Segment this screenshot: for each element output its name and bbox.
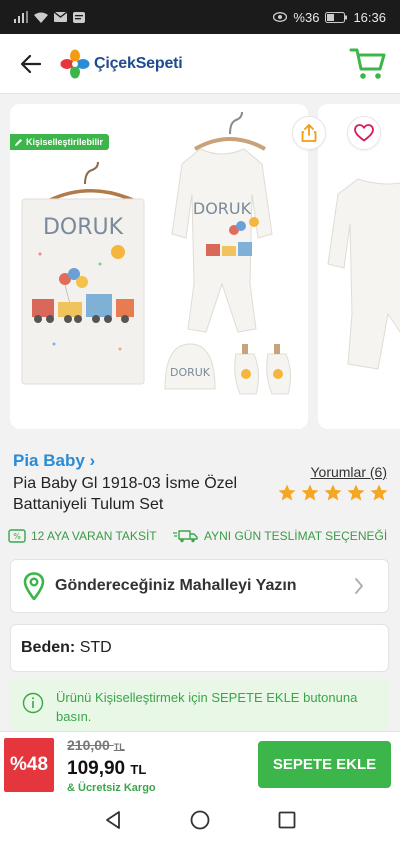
cart-button[interactable] <box>348 44 388 84</box>
share-icon <box>301 124 317 142</box>
product-info: Pia Baby › Pia Baby Gl 1918-03 İsme Özel… <box>0 439 400 551</box>
personalizable-label: Kişiselleştirilebilir <box>26 137 104 147</box>
star-icon <box>370 484 388 501</box>
free-shipping-label: & Ücretsiz Kargo <box>67 782 156 794</box>
eye-icon <box>273 12 288 22</box>
share-button[interactable] <box>292 116 326 150</box>
blanket-name: DORUK <box>43 215 124 240</box>
size-value: STD <box>79 639 112 656</box>
back-button[interactable] <box>8 34 54 94</box>
new-price: 109,90 TL <box>67 758 146 780</box>
star-icon <box>347 484 365 501</box>
status-right: %36 16:36 <box>273 10 386 25</box>
bodysuit-name: DORUK <box>193 199 252 218</box>
same-day-delivery-feature: AYNI GÜN TESLİMAT SEÇENEĞİ <box>173 529 387 543</box>
star-icon <box>278 484 296 501</box>
new-price-value: 109,90 <box>67 758 126 779</box>
wifi-icon <box>34 12 48 23</box>
pencil-icon <box>15 138 22 146</box>
hat-name: DORUK <box>170 366 211 379</box>
new-price-currency: TL <box>130 762 147 777</box>
info-icon <box>22 692 44 714</box>
heart-icon <box>354 124 374 142</box>
installment-feature: % 12 AYA VARAN TAKSİT <box>8 529 157 543</box>
old-price-value: 210,00 <box>67 737 110 753</box>
neighborhood-selector[interactable]: Göndereceğiniz Mahalleyi Yazın <box>10 559 389 613</box>
product-image-next[interactable] <box>318 104 400 429</box>
signal-icon <box>14 11 28 23</box>
system-nav-bar <box>0 796 400 844</box>
personalize-notice: Ürünü Kişiselleştirmek için SEPETE EKLE … <box>10 679 389 731</box>
clock: 16:36 <box>353 9 386 25</box>
size-field[interactable]: Beden: STD <box>10 624 389 672</box>
product-photo: DORUK DORUK DORUK <box>21 111 292 395</box>
app-header: ÇiçekSepeti <box>0 34 400 94</box>
purchase-bar: %48 210,00 TL 109,90 TL & Ücretsiz Kargo… <box>0 731 400 796</box>
product-image[interactable]: DORUK DORUK DORUK Kişiselleştirilebilir <box>10 104 308 429</box>
flower-logo-icon <box>60 49 90 78</box>
installment-label: 12 AYA VARAN TAKSİT <box>31 529 157 543</box>
product-gallery[interactable]: DORUK DORUK DORUK Kişiselleştirilebilir <box>0 94 400 439</box>
rating-stars[interactable] <box>278 484 388 501</box>
nav-back-icon[interactable] <box>104 810 122 830</box>
location-pin-icon <box>23 572 45 600</box>
delivery-truck-icon <box>173 530 198 543</box>
message-icon <box>73 11 85 23</box>
mail-icon <box>54 12 67 22</box>
nav-recents-icon[interactable] <box>278 811 296 829</box>
battery-percent: %36 <box>293 9 320 25</box>
nav-home-icon[interactable] <box>190 810 210 830</box>
old-price: 210,00 TL <box>67 737 125 753</box>
old-price-currency: TL <box>113 742 125 752</box>
status-left <box>14 11 85 23</box>
reviews-link[interactable]: Yorumlar (6) <box>310 464 387 480</box>
star-icon <box>324 484 342 501</box>
cart-icon <box>349 48 386 79</box>
discount-badge: %48 <box>4 738 54 792</box>
neighborhood-prompt: Göndereceğiniz Mahalleyi Yazın <box>55 577 297 594</box>
product-photo-next <box>327 178 400 370</box>
personalize-notice-text: Ürünü Kişiselleştirmek için SEPETE EKLE … <box>56 690 358 724</box>
installment-icon: % <box>8 529 26 543</box>
battery-icon <box>325 11 348 23</box>
brand-name: Pia Baby <box>13 451 85 470</box>
status-bar: %36 16:36 <box>0 0 400 34</box>
chevron-right-icon <box>355 578 364 594</box>
svg-text:%: % <box>13 532 21 541</box>
product-title: Pia Baby Gl 1918-03 İsme Özel Battaniyel… <box>13 475 238 513</box>
star-icon <box>301 484 319 501</box>
favorite-button[interactable] <box>347 116 381 150</box>
brand-link[interactable]: Pia Baby › <box>13 451 95 471</box>
size-label: Beden: <box>21 639 76 656</box>
arrow-left-icon <box>21 54 41 73</box>
logo[interactable]: ÇiçekSepeti <box>60 49 183 79</box>
add-to-cart-button[interactable]: SEPETE EKLE <box>258 741 391 788</box>
personalizable-badge: Kişiselleştirilebilir <box>10 134 110 150</box>
brand-chevron-icon: › <box>89 451 96 470</box>
logo-text: ÇiçekSepeti <box>94 54 183 72</box>
same-day-delivery-label: AYNI GÜN TESLİMAT SEÇENEĞİ <box>204 529 388 543</box>
